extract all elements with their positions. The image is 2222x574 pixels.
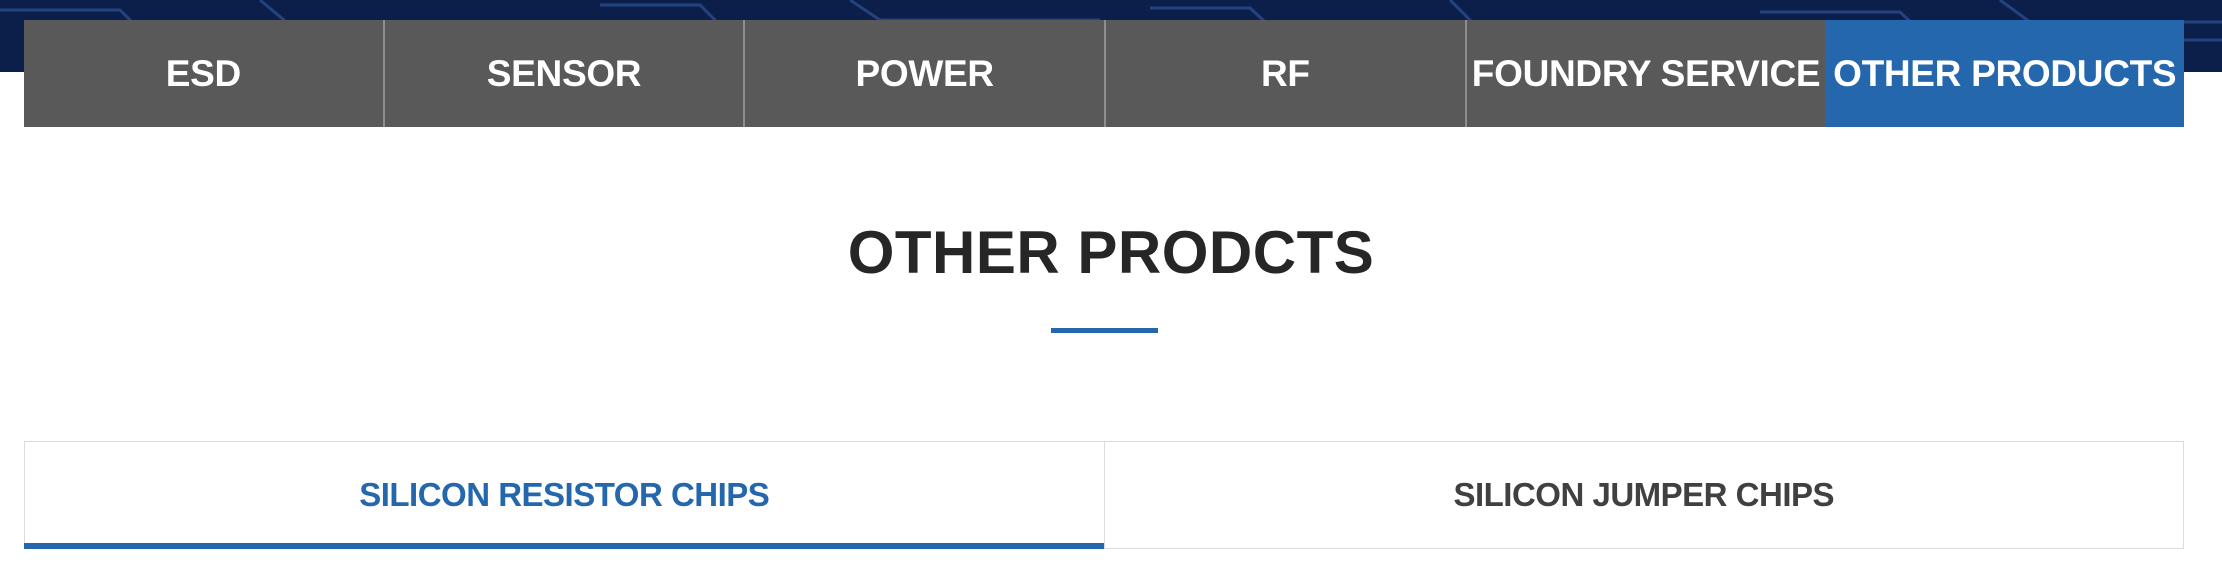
page-title: OTHER PRODCTS [847,219,1375,286]
tab-sensor[interactable]: SENSOR [384,20,746,127]
tab-other-products[interactable]: OTHER PRODUCTS [1825,20,2185,127]
tab-rf[interactable]: RF [1106,20,1467,127]
title-underline [1051,328,1158,333]
tab-foundry-service[interactable]: FOUNDRY SERVICE [1466,20,1826,127]
tab-power[interactable]: POWER [745,20,1107,127]
tab-esd[interactable]: ESD [24,20,385,127]
tab-silicon-resistor-chips[interactable]: SILICON RESISTOR CHIPS [24,442,1104,549]
sub-category-tabs: SILICON RESISTOR CHIPS SILICON JUMPER CH… [24,441,2184,549]
product-category-nav: ESD SENSOR POWER RF FOUNDRY SERVICE OTHE… [24,20,2185,127]
tab-silicon-jumper-chips[interactable]: SILICON JUMPER CHIPS [1103,442,2184,548]
